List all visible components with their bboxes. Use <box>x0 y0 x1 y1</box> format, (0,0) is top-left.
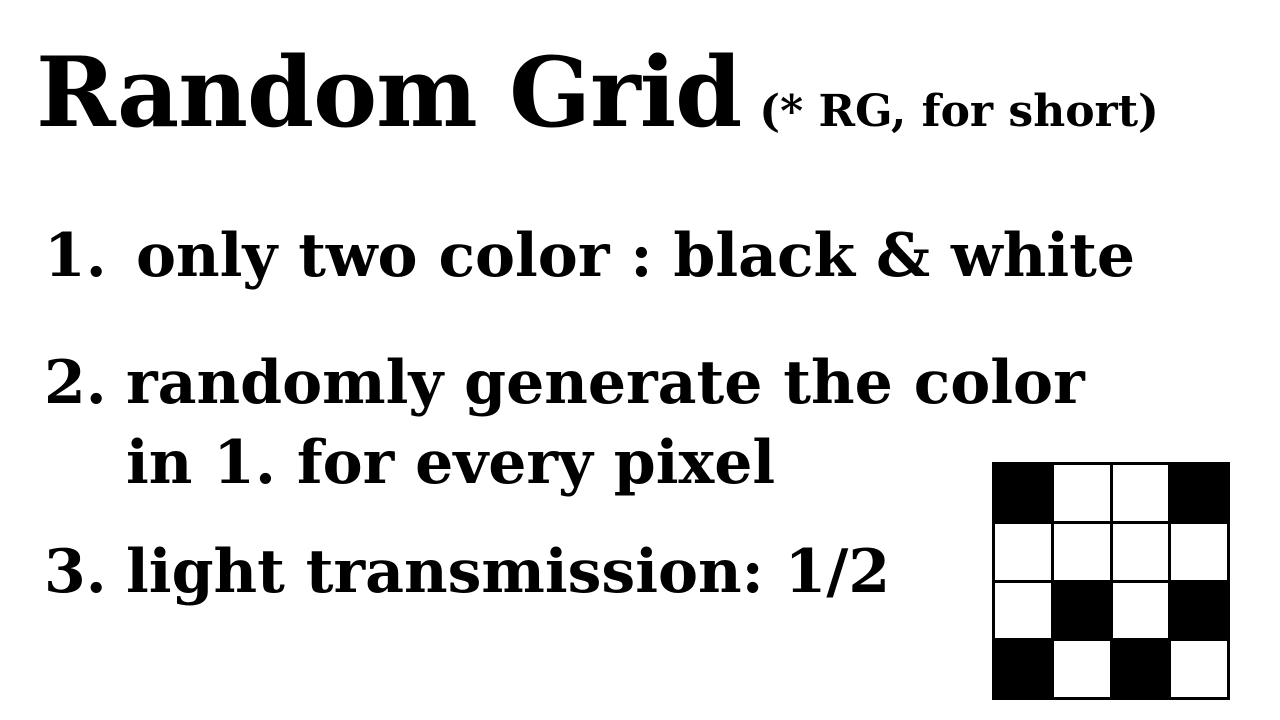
list-item-3: 3. light transmission: 1/2 <box>44 532 890 612</box>
grid-cell-black <box>1112 641 1169 697</box>
grid-cell-black <box>995 465 1051 521</box>
grid-cell-white <box>995 582 1051 639</box>
grid-cell-white <box>1112 465 1169 521</box>
grid-cell-black <box>1171 465 1227 521</box>
grid-cell-white <box>1053 465 1110 521</box>
grid-cell-white <box>995 523 1051 580</box>
grid-cell-white <box>1053 641 1110 697</box>
list-item-number: 3. <box>44 537 107 607</box>
grid-cell-black <box>1053 582 1110 639</box>
grid-cell-white <box>1112 523 1169 580</box>
grid-cell-white <box>1112 582 1169 639</box>
grid-cell-white <box>1171 641 1227 697</box>
list-item-text: only two color : black & white <box>136 221 1135 291</box>
list-item-text: randomly generate the color <box>126 348 1085 418</box>
slide-title: Random Grid <box>36 36 742 149</box>
list-item-2: 2. randomly generate the color in 1. for … <box>44 343 1085 503</box>
list-item-text: light transmission: 1/2 <box>126 537 891 607</box>
list-item-number: 1. <box>44 221 107 291</box>
random-grid-illustration <box>992 462 1230 700</box>
list-item-1: 1. only two color : black & white <box>44 216 1135 296</box>
grid-cell-white <box>1053 523 1110 580</box>
grid-cell-black <box>1171 582 1227 639</box>
grid-cell-white <box>1171 523 1227 580</box>
grid-cell-black <box>995 641 1051 697</box>
title-row: Random Grid (* RG, for short) <box>36 36 1159 149</box>
list-item-text-continued: in 1. for every pixel <box>126 428 776 498</box>
list-item-number: 2. <box>44 348 107 418</box>
title-note: (* RG, for short) <box>759 86 1159 137</box>
